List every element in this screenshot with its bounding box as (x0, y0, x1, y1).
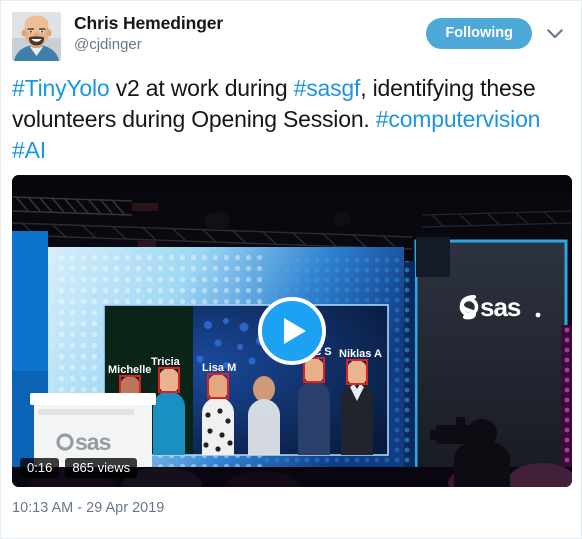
tweet-card: Chris Hemedinger @cjdinger Following #Ti… (0, 0, 582, 539)
author-identity[interactable]: Chris Hemedinger @cjdinger (74, 12, 426, 55)
svg-text:sas: sas (75, 429, 111, 455)
hashtag-computervision[interactable]: #computervision (376, 106, 541, 132)
play-button[interactable] (258, 297, 326, 365)
author-handle: @cjdinger (74, 36, 142, 53)
hashtag-tinyyolo[interactable]: #TinyYolo (12, 75, 110, 101)
header-actions: Following (426, 12, 570, 49)
face-label-lisa: Lisa M (202, 362, 236, 374)
tweet-timestamp[interactable]: 10:13 AM - 29 Apr 2019 (12, 500, 164, 516)
hashtag-ai[interactable]: #AI (12, 137, 46, 163)
face-label-michelle: Michelle (108, 364, 151, 376)
hashtag-sasgf[interactable]: #sasgf (294, 75, 361, 101)
tweet-text-part-1: v2 at work during (109, 75, 294, 101)
tweet-text: #TinyYolo v2 at work during #sasgf, iden… (12, 73, 570, 166)
author-display-name: Chris Hemedinger (74, 13, 224, 33)
avatar-image (12, 12, 61, 61)
face-label-tricia: Tricia (151, 356, 181, 368)
avatar[interactable] (12, 12, 61, 61)
chevron-down-glyph (547, 28, 563, 38)
play-icon (283, 318, 306, 344)
video-thumbnail[interactable]: Michelle Tricia Lisa M Alec S Niklas A s… (12, 175, 572, 487)
video-views-badge: 865 views (65, 458, 138, 478)
face-label-niklas: Niklas A (339, 348, 382, 360)
tweet-header: Chris Hemedinger @cjdinger Following (12, 12, 570, 64)
tweet-footer: 10:13 AM - 29 Apr 2019 (12, 498, 570, 518)
video-duration-badge: 0:16 (20, 458, 60, 478)
following-button[interactable]: Following (426, 18, 532, 49)
media-badges: 0:16 865 views (20, 458, 138, 478)
chevron-down-icon[interactable] (540, 19, 570, 49)
svg-text:sas: sas (480, 292, 521, 322)
